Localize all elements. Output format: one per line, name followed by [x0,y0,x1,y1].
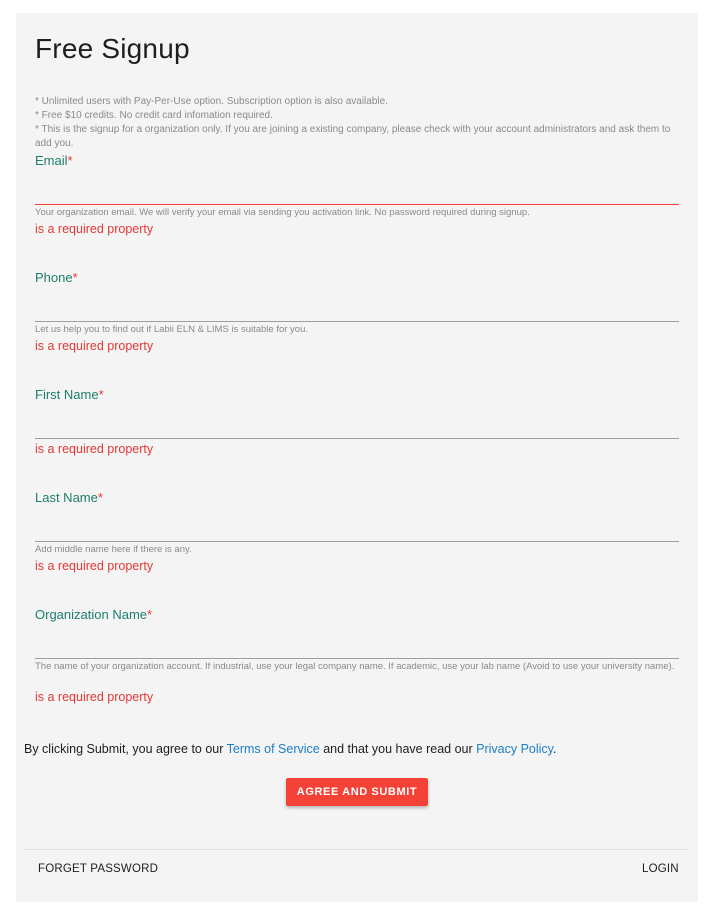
organization-name-field[interactable] [35,630,679,659]
last-name-help-text: Add middle name here if there is any. [35,544,192,555]
terms-suffix: . [553,742,557,756]
required-marker: * [67,153,73,168]
last-name-field-group: Last Name* Add middle name here if there… [35,489,679,573]
last-name-field[interactable] [35,513,679,542]
page-title: Free Signup [35,33,190,64]
phone-label: Phone [35,270,73,285]
email-field[interactable] [35,176,679,205]
email-label: Email [35,153,68,168]
organization-name-field-group: Organization Name* The name of your orga… [35,606,679,704]
first-name-field-group: First Name* is a required property [35,386,679,456]
last-name-label: Last Name [35,490,98,505]
terms-middle: and that you have read our [319,742,477,756]
email-help-text: Your organization email. We will verify … [35,207,530,218]
first-name-label: First Name [35,387,99,402]
organization-name-label: Organization Name [35,607,147,622]
organization-name-help-text: The name of your organization account. I… [35,661,675,672]
required-marker: * [97,490,103,505]
terms-prefix: By clicking Submit, you agree to our [24,742,227,756]
phone-error: is a required property [35,339,154,353]
phone-field-group: Phone* Let us help you to find out if La… [35,269,679,353]
last-name-error: is a required property [35,559,154,573]
email-error: is a required property [35,222,154,236]
privacy-policy-link[interactable]: Privacy Policy [476,742,553,756]
signup-notes: * Unlimited users with Pay-Per-Use optio… [35,95,675,151]
forget-password-link[interactable]: FORGET PASSWORD [38,863,158,875]
note-item: * Free $10 credits. No credit card infom… [35,110,273,121]
first-name-field[interactable] [35,410,679,439]
required-marker: * [147,607,153,622]
signup-card: Free Signup * Unlimited users with Pay-P… [16,13,698,902]
footer-divider [25,849,687,850]
note-item: * This is the signup for a organization … [35,124,671,149]
phone-field[interactable] [35,293,679,322]
agree-and-submit-button[interactable]: AGREE AND SUBMIT [286,778,428,806]
terms-of-service-link[interactable]: Terms of Service [227,742,320,756]
login-link[interactable]: LOGIN [642,863,679,875]
required-marker: * [98,387,104,402]
required-marker: * [72,270,78,285]
email-field-group: Email* Your organization email. We will … [35,152,679,236]
first-name-error: is a required property [35,442,154,456]
phone-help-text: Let us help you to find out if Labii ELN… [35,324,309,335]
note-item: * Unlimited users with Pay-Per-Use optio… [35,96,388,107]
terms-agreement-text: By clicking Submit, you agree to our Ter… [24,742,556,756]
organization-name-error: is a required property [35,690,154,704]
